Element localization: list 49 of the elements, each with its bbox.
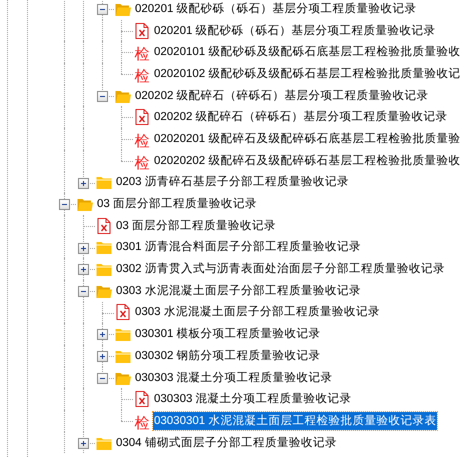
tree-item[interactable]: 03030301 水泥混凝土面层工程检验批质量验收记录表 [153, 412, 438, 430]
tree-item[interactable]: 0303 水泥混凝土面层子分部工程质量验收记录 [115, 282, 362, 300]
document-icon [134, 109, 150, 126]
tree-item[interactable]: 030302 钢筋分项工程质量验收记录 [134, 346, 322, 365]
expand-button[interactable] [78, 264, 89, 276]
plus-icon [99, 353, 106, 360]
expand-button[interactable] [97, 329, 108, 340]
inspection-icon: 检 [134, 132, 150, 151]
tree-item[interactable]: 0302 沥青贯入式与沥青表面处治面层子分部工程质量验收记录 [115, 260, 446, 278]
inspection-icon: 检 [134, 68, 150, 86]
document-icon [134, 22, 150, 39]
collapse-button[interactable] [97, 90, 108, 102]
plus-icon [80, 180, 87, 186]
inspection-icon: 检 [134, 414, 150, 433]
tree-item[interactable]: 030303 混凝土分项工程质量验收记录 [134, 368, 334, 387]
collapse-button[interactable] [78, 286, 89, 297]
tree-item[interactable]: 0203 沥青碎石基层子分部工程质量验收记录 [115, 173, 350, 192]
expand-button[interactable] [78, 242, 89, 254]
tree-item[interactable]: 03 面层分部工程质量验收记录 [96, 195, 258, 214]
tree-item[interactable]: 0304 铺砌式面层子分部工程质量验收记录 [115, 434, 338, 452]
tree-item[interactable]: 0303 水泥混凝土面层子分部工程质量验收记录 [134, 303, 381, 322]
collapse-button[interactable] [97, 372, 108, 384]
plus-icon [80, 244, 87, 252]
tree-item[interactable]: 02020202 级配碎石及级配碎砾石基层工程检验批质量验收 [153, 152, 462, 170]
collapse-button[interactable] [97, 4, 108, 15]
expand-button[interactable] [78, 178, 89, 188]
document-icon [134, 391, 150, 408]
tree-item[interactable]: 0301 沥青混合料面层子分部工程质量验收记录 [115, 238, 362, 256]
inspection-icon: 检 [134, 154, 150, 173]
tree-item[interactable]: 020202 级配碎石（碎砾石）基层分项工程质量验收记录 [134, 86, 430, 105]
tree-item[interactable]: 02020101 级配砂砾及级配砾石底基层工程检验批质量验收 [153, 43, 462, 62]
tree-item[interactable]: 030301 模板分项工程质量验收记录 [134, 325, 322, 344]
document-icon [115, 304, 131, 320]
tree-item[interactable]: 020201 级配砂砾（砾石）基层分项工程质量验收记录 [153, 22, 437, 40]
document-icon [96, 218, 112, 234]
plus-icon [99, 331, 106, 338]
tree-item[interactable]: 02020102 级配砂砾及级配砾石基层工程检验批质量验收记 [153, 64, 462, 83]
expand-button[interactable] [97, 351, 108, 362]
inspection-icon: 检 [134, 46, 150, 64]
tree-item[interactable]: 03 面层分部工程质量验收记录 [115, 216, 277, 235]
minus-icon [99, 6, 106, 13]
collapse-button[interactable] [59, 199, 70, 210]
tree-item[interactable]: 02020201 级配碎石及级配碎砾石底基层工程检验批质量验 [153, 130, 462, 148]
tree-item[interactable]: 020201 级配砂砾（砾石）基层分项工程质量验收记录 [134, 0, 418, 18]
plus-icon [80, 440, 87, 447]
expand-button[interactable] [78, 438, 89, 449]
tree-item[interactable]: 020202 级配碎石（碎砾石）基层分项工程质量验收记录 [153, 108, 449, 126]
plus-icon [80, 266, 87, 274]
tree-item[interactable]: 030303 混凝土分项工程质量验收记录 [153, 390, 353, 408]
